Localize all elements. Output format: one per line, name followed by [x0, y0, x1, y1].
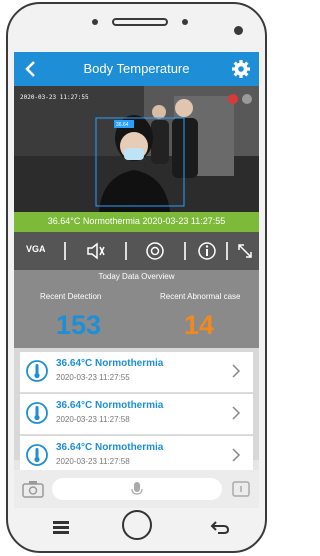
record-reading: 36.64°C Normothermia: [56, 358, 164, 369]
list-item[interactable]: 36.64°C Normothermia 2020-03-23 11:27:58: [20, 394, 253, 435]
toolbar-divider: [226, 242, 228, 260]
phone-sensor-dot: [92, 19, 98, 25]
toolbar-divider: [125, 242, 127, 260]
info-icon[interactable]: [197, 241, 217, 261]
status-text: 36.64°C Normothermia 2020-03-23 11:27:55: [47, 216, 226, 226]
snapshot-icon[interactable]: [145, 241, 165, 261]
gear-icon[interactable]: [231, 59, 251, 79]
record-time: 2020-03-23 11:27:58: [56, 457, 130, 466]
expand-icon[interactable]: [236, 241, 254, 261]
input-bar: [14, 470, 259, 508]
toolbar-divider: [184, 242, 186, 260]
toolbar-divider: [64, 242, 66, 260]
overview-title: Today Data Overview: [98, 272, 175, 281]
thermometer-icon: [26, 360, 48, 382]
page-title: Body Temperature: [83, 61, 190, 76]
temperature-status-bar: 36.64°C Normothermia 2020-03-23 11:27:55: [14, 212, 259, 232]
thermometer-icon: [26, 402, 48, 424]
detection-record-list: 36.64°C Normothermia 2020-03-23 11:27:55…: [14, 348, 259, 477]
recent-abnormal-count: 14: [184, 310, 215, 340]
data-overview-panel: Today Data Overview Recent Detection Rec…: [14, 270, 259, 348]
list-item[interactable]: 36.64°C Normothermia 2020-03-23 11:27:55: [20, 352, 253, 393]
record-time: 2020-03-23 11:27:55: [56, 373, 130, 382]
recent-detection-count: 153: [56, 310, 102, 340]
phone-sensor-dot: [182, 19, 188, 25]
record-time: 2020-03-23 11:27:58: [56, 415, 130, 424]
record-reading: 36.64°C Normothermia: [56, 400, 164, 411]
home-button[interactable]: [122, 510, 152, 540]
thermometer-icon: [26, 444, 48, 466]
chevron-right-icon: [232, 406, 241, 420]
record-reading: 36.64°C Normothermia: [56, 442, 164, 453]
app-screen: Body Temperature 36.64 2020-03-23 11:27:…: [14, 52, 259, 508]
speaker-mute-icon[interactable]: [86, 241, 106, 261]
svg-text:36.64: 36.64: [116, 122, 129, 128]
voice-input-field[interactable]: [52, 478, 222, 500]
chevron-right-icon: [232, 448, 241, 462]
camera-scene: 36.64: [14, 86, 259, 212]
recent-abnormal-label: Recent Abnormal case: [160, 292, 241, 301]
vga-button[interactable]: VGA: [26, 244, 46, 264]
phone-speaker: [112, 18, 168, 26]
camera-feed[interactable]: 36.64 2020-03-23 11:27:55: [14, 86, 259, 212]
gallery-icon[interactable]: [232, 481, 250, 497]
recent-detection-label: Recent Detection: [40, 292, 102, 301]
menu-icon[interactable]: [52, 520, 70, 534]
back-icon[interactable]: [210, 520, 230, 534]
phone-nav-bar: [14, 508, 259, 548]
signal-indicator-icon: [242, 94, 252, 104]
app-header: Body Temperature: [14, 52, 259, 86]
camera-icon[interactable]: [22, 480, 44, 498]
phone-camera: [234, 26, 243, 35]
chevron-right-icon: [232, 364, 241, 378]
record-indicator-icon: [228, 94, 238, 104]
video-timestamp: 2020-03-23 11:27:55: [20, 94, 89, 101]
microphone-icon[interactable]: [130, 481, 144, 497]
video-toolbar: VGA: [14, 232, 259, 270]
